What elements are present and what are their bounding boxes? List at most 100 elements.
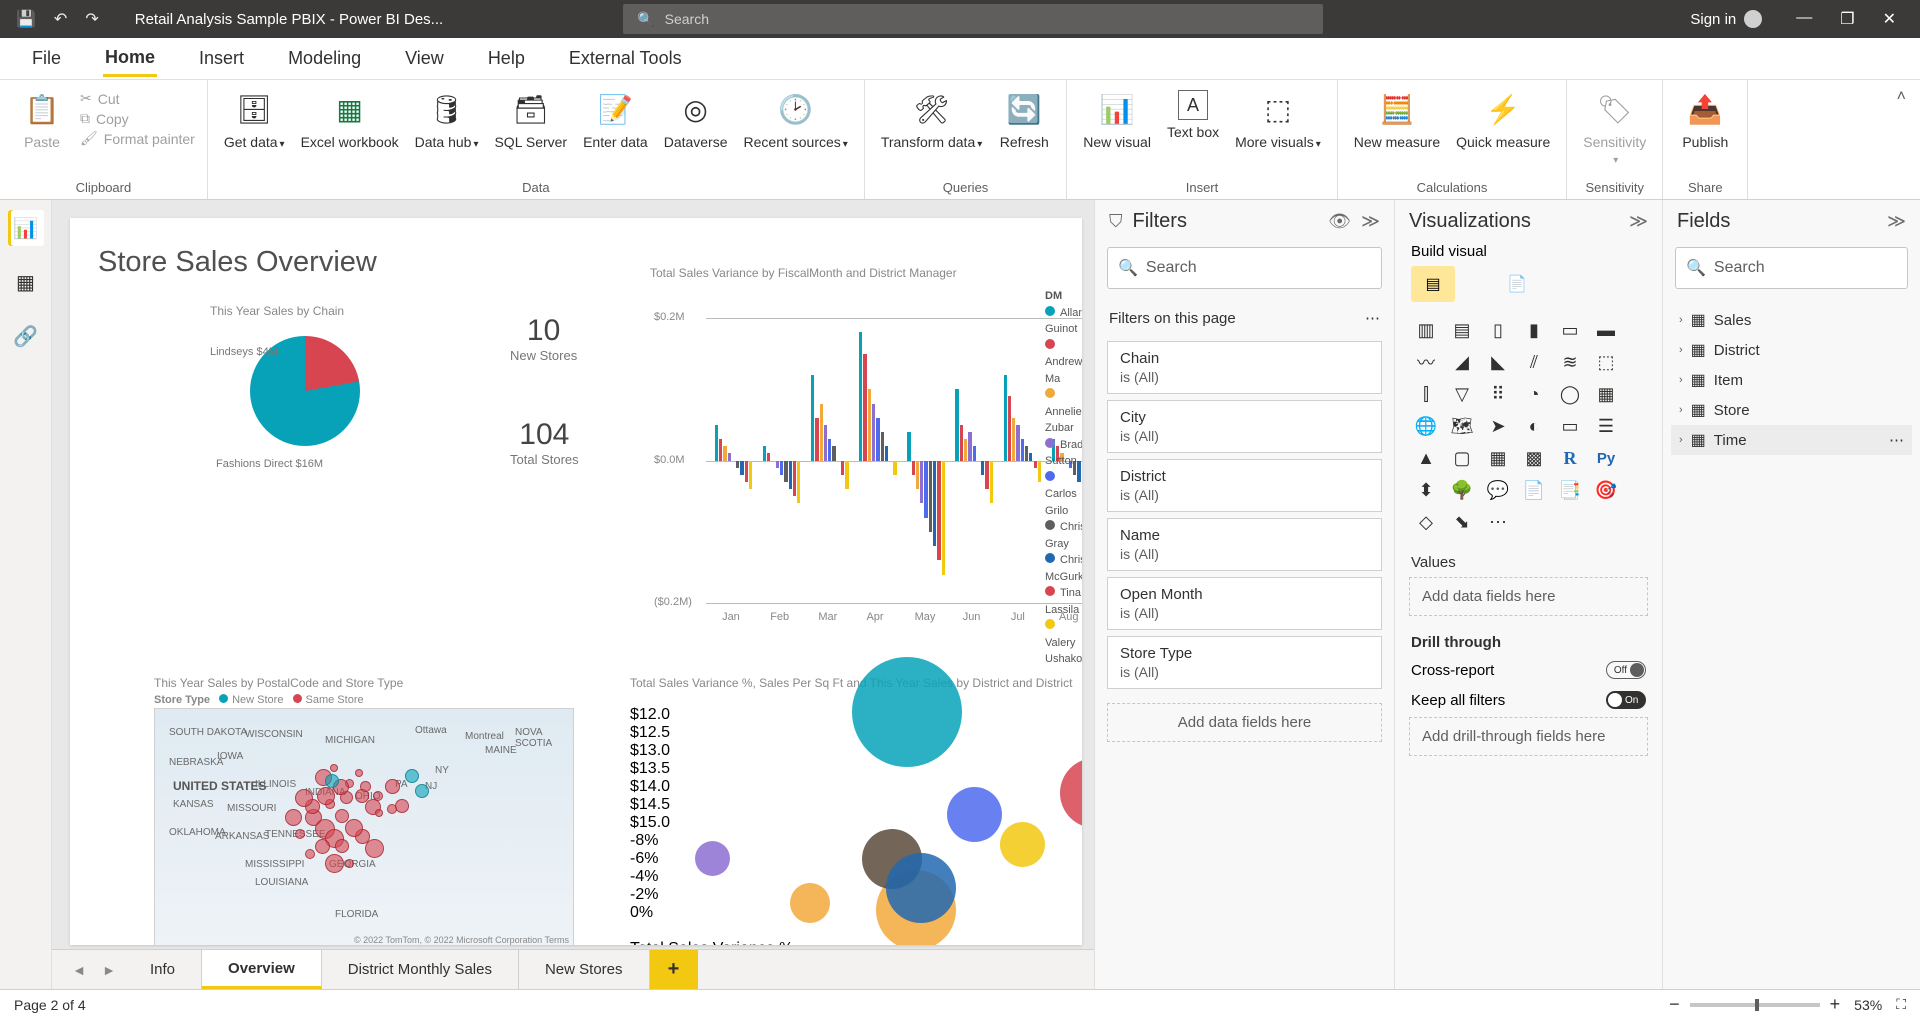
zoom-out-button[interactable]: − (1669, 994, 1680, 1015)
bar-chart[interactable]: $0.2M$0.0M($0.2M)JanFebMarAprMayJunJulAu… (650, 308, 1082, 633)
field-table-sales[interactable]: ›▦Sales (1671, 305, 1912, 335)
viz-py[interactable]: Py (1591, 446, 1621, 470)
get-data-button[interactable]: 🗄Get data▾ (220, 86, 289, 155)
viz-area[interactable]: ◢ (1447, 350, 1477, 374)
paste-button[interactable]: 📋 Paste (12, 86, 72, 154)
tab-home[interactable]: Home (103, 41, 157, 77)
cross-report-toggle[interactable]: Off (1606, 661, 1646, 679)
collapse-viz-icon[interactable]: ≫ (1629, 211, 1648, 232)
viz-slicer[interactable]: ▢ (1447, 446, 1477, 470)
viz-treemap[interactable]: ▦ (1591, 382, 1621, 406)
copy-button[interactable]: ⧉Copy (80, 110, 195, 127)
viz-line-column[interactable]: ⫽ (1519, 350, 1549, 374)
viz-gauge[interactable]: ◐ (1519, 414, 1549, 438)
viz-ribbon[interactable]: ≋ (1555, 350, 1585, 374)
viz-key-influencers[interactable]: ⬍ (1411, 478, 1441, 502)
quick-measure-button[interactable]: ⚡Quick measure (1452, 86, 1554, 154)
build-visual-mode[interactable]: ▤ (1411, 266, 1455, 302)
page-tab-district-monthly-sales[interactable]: District Monthly Sales (322, 950, 519, 989)
more-visuals-button[interactable]: ⬚More visuals▾ (1231, 86, 1325, 155)
field-table-store[interactable]: ›▦Store (1671, 395, 1912, 425)
cut-button[interactable]: ✂Cut (80, 90, 195, 107)
filter-card-name[interactable]: Nameis (All) (1107, 518, 1382, 571)
viz-clustered-bar[interactable]: ▤ (1447, 318, 1477, 342)
undo-icon[interactable]: ↶ (54, 9, 67, 29)
viz-funnel[interactable]: ▽ (1447, 382, 1477, 406)
collapse-ribbon-icon[interactable]: ˄ (1897, 80, 1920, 199)
field-table-district[interactable]: ›▦District (1671, 335, 1912, 365)
collapse-fields-icon[interactable]: ≫ (1887, 211, 1906, 232)
viz-map[interactable]: 🌐 (1411, 414, 1441, 438)
page-tab-info[interactable]: Info (124, 950, 202, 989)
collapse-filters-icon[interactable]: ≫ (1361, 211, 1380, 232)
sensitivity-button[interactable]: 🏷Sensitivity▾ (1579, 86, 1650, 171)
data-view-button[interactable]: ▦ (8, 264, 44, 300)
viz-decomp-tree[interactable]: 🌳 (1447, 478, 1477, 502)
global-search[interactable]: 🔍 Search (623, 4, 1323, 34)
viz-donut[interactable]: ◯ (1555, 382, 1585, 406)
fields-search[interactable]: 🔍 Search (1675, 247, 1908, 289)
filters-search[interactable]: 🔍 Search (1107, 247, 1382, 289)
viz-table[interactable]: ▦ (1483, 446, 1513, 470)
filter-card-district[interactable]: Districtis (All) (1107, 459, 1382, 512)
viz-scatter[interactable]: ⠿ (1483, 382, 1513, 406)
page-next-button[interactable]: ► (94, 950, 124, 989)
field-table-item[interactable]: ›▦Item (1671, 365, 1912, 395)
zoom-in-button[interactable]: + (1830, 994, 1841, 1015)
tab-help[interactable]: Help (486, 42, 527, 75)
page-tab-new-stores[interactable]: New Stores (519, 950, 650, 989)
field-more-icon[interactable]: ⋯ (1889, 431, 1904, 449)
filters-add-well[interactable]: Add data fields here (1107, 703, 1382, 742)
page-tab-overview[interactable]: Overview (202, 950, 322, 989)
maximize-icon[interactable]: ❐ (1840, 9, 1854, 29)
field-table-time[interactable]: ›▦Time⋯ (1671, 425, 1912, 455)
filters-more-icon[interactable]: ⋯ (1365, 309, 1380, 327)
recent-sources-button[interactable]: 🕑Recent sources▾ (740, 86, 852, 155)
report-canvas[interactable]: Store Sales Overview This Year Sales by … (70, 218, 1082, 945)
tab-file[interactable]: File (30, 42, 63, 75)
scatter-chart[interactable]: $12.0$12.5$13.0$13.5$14.0$14.5$15.0-8%-6… (630, 706, 1082, 945)
viz-filled-map[interactable]: 🗺 (1447, 414, 1477, 438)
format-painter-button[interactable]: 🖌Format painter (80, 130, 195, 147)
keep-filters-toggle[interactable]: On (1606, 691, 1646, 709)
viz-kpi[interactable]: ▲ (1411, 446, 1441, 470)
refresh-button[interactable]: 🔄Refresh (994, 86, 1054, 154)
viz-stacked-area[interactable]: ◣ (1483, 350, 1513, 374)
viz-multi-card[interactable]: ☰ (1591, 414, 1621, 438)
viz-stacked-column[interactable]: ▯ (1483, 318, 1513, 342)
fit-to-page-icon[interactable]: ⛶ (1896, 996, 1906, 1013)
viz-100-bar[interactable]: ▭ (1555, 318, 1585, 342)
zoom-slider[interactable] (1690, 1003, 1820, 1007)
viz-card[interactable]: ▭ (1555, 414, 1585, 438)
filter-card-city[interactable]: Cityis (All) (1107, 400, 1382, 453)
viz-pie[interactable]: ◔ (1519, 382, 1549, 406)
viz-azure-map[interactable]: ➤ (1483, 414, 1513, 438)
minimize-icon[interactable]: — (1796, 9, 1812, 29)
preview-icon[interactable]: 👁 (1328, 211, 1351, 232)
map-visual[interactable]: UNITED STATES Ottawa Montreal WISCONSIN … (154, 708, 574, 945)
dataverse-button[interactable]: ◎Dataverse (660, 86, 732, 154)
transform-data-button[interactable]: 🛠Transform data▾ (877, 86, 986, 155)
new-measure-button[interactable]: 🧮New measure (1350, 86, 1444, 154)
values-well[interactable]: Add data fields here (1409, 577, 1648, 616)
viz-matrix[interactable]: ▩ (1519, 446, 1549, 470)
viz-stacked-bar[interactable]: ▥ (1411, 318, 1441, 342)
viz-goals[interactable]: 🎯 (1591, 478, 1621, 502)
viz-power-apps[interactable]: ◇ (1411, 510, 1441, 534)
data-hub-button[interactable]: 🛢Data hub▾ (411, 86, 483, 155)
viz-r[interactable]: R (1555, 446, 1585, 470)
viz-clustered-column[interactable]: ▮ (1519, 318, 1549, 342)
new-visual-button[interactable]: 📊New visual (1079, 86, 1155, 154)
filter-card-chain[interactable]: Chainis (All) (1107, 341, 1382, 394)
model-view-button[interactable]: 🔗 (8, 318, 44, 354)
signin-button[interactable]: Sign in (1690, 10, 1762, 28)
viz-100-column[interactable]: ▬ (1591, 318, 1621, 342)
viz-power-automate[interactable]: ⬊ (1447, 510, 1477, 534)
tab-insert[interactable]: Insert (197, 42, 246, 75)
filter-card-store-type[interactable]: Store Typeis (All) (1107, 636, 1382, 689)
format-visual-mode[interactable]: 📄 (1495, 266, 1539, 302)
kpi-total-stores[interactable]: 104 Total Stores (510, 418, 579, 467)
filter-card-open-month[interactable]: Open Monthis (All) (1107, 577, 1382, 630)
tab-view[interactable]: View (403, 42, 446, 75)
kpi-new-stores[interactable]: 10 New Stores (510, 314, 577, 363)
